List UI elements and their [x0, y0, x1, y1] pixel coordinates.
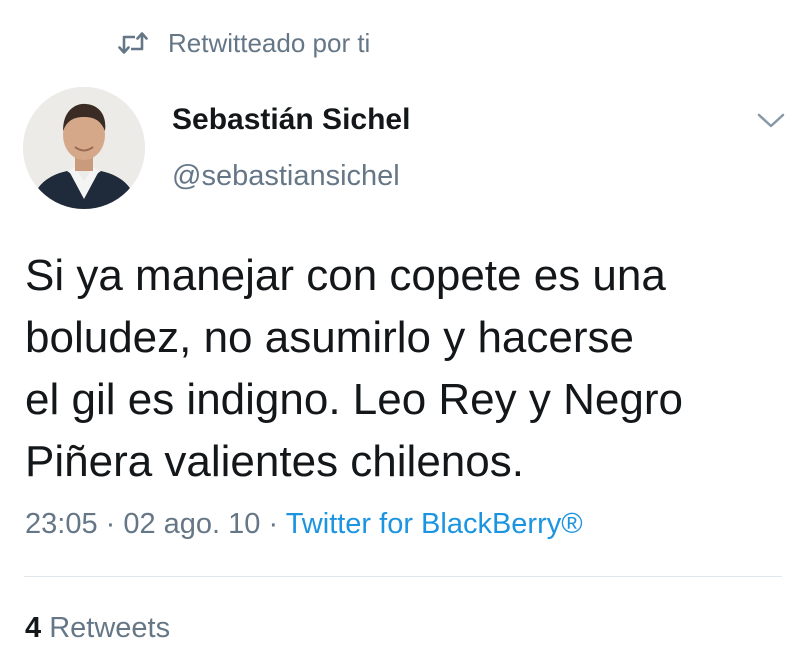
retweets-label: Retweets [49, 612, 171, 644]
tweet-metadata: 23:05 · 02 ago. 10 · Twitter for BlackBe… [25, 508, 583, 541]
author-name[interactable]: Sebastián Sichel [172, 103, 410, 137]
meta-separator: · [97, 508, 124, 540]
meta-separator: · [260, 508, 286, 540]
tweet-text-line: Piñera valientes chilenos. [25, 437, 524, 486]
retweet-icon [118, 32, 148, 54]
tweet-text-line: el gil es indigno. Leo Rey y Negro [25, 375, 683, 424]
author-handle[interactable]: @sebastiansichel [172, 160, 400, 193]
avatar[interactable] [23, 87, 145, 209]
divider [24, 576, 782, 577]
chevron-down-icon[interactable] [756, 112, 786, 130]
tweet-text: Si ya manejar con copete es una boludez,… [25, 245, 785, 493]
tweet-text-line: boludez, no asumirlo y hacerse [25, 313, 634, 362]
tweet-date: 02 ago. 10 [123, 508, 261, 540]
retweet-context-label: Retwitteado por ti [168, 27, 371, 58]
retweet-context: Retwitteado por ti [118, 26, 370, 60]
retweets-count: 4 [25, 612, 42, 644]
retweets-stat[interactable]: 4 Retweets [25, 612, 170, 645]
tweet-source-link[interactable]: Twitter for BlackBerry® [286, 508, 583, 540]
tweet-text-line: Si ya manejar con copete es una [25, 251, 666, 300]
tweet-time: 23:05 [25, 508, 98, 540]
